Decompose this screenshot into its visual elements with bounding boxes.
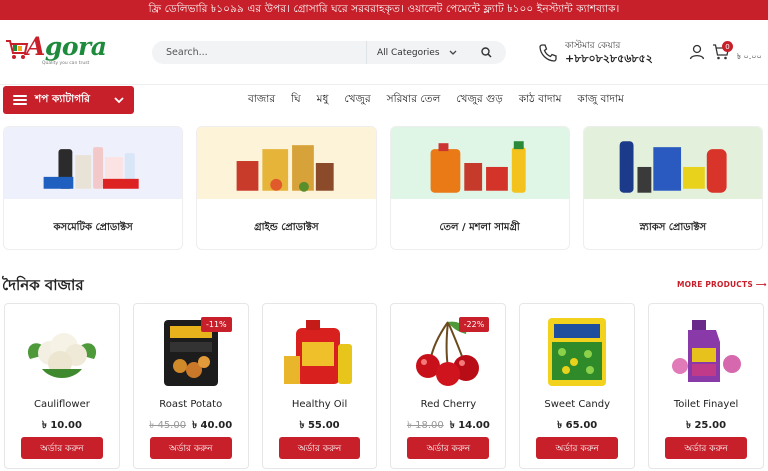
category-label: গ্রাইন্ড প্রোডাক্টস [254,222,319,233]
announcement-bar: ফ্রি ডেলিভারি ৳১০৯৯ এর উপর। গ্রোসারি ঘরে… [0,0,768,20]
search-bar: All Categories [152,41,506,64]
product-name: Sweet Candy [544,399,611,410]
product-name: Roast Potato [159,399,223,410]
product-name: Toilet Finayel [673,399,739,410]
main-nav: শপ ক্যাটাগরি বাজার ঘি মধু খেজুর সরিষার ত… [0,84,768,114]
order-button[interactable]: অর্ডার করুন [536,437,619,459]
product-card[interactable]: -11% Roast Potato ৳ 45.00 ৳ 40.00 অর্ডার … [132,303,249,469]
nav-link[interactable]: বাজার [248,92,275,109]
product-card[interactable]: Sweet Candy ৳ 65.00 অর্ডার করুন [519,303,636,469]
category-card-oil-spices[interactable]: তেল / মশলা সামগ্রী [389,126,570,250]
category-image [197,127,376,199]
header: Agora Quality you can trust All Categori… [0,20,768,84]
product-price: ৳ 45.00 ৳ 40.00 [134,418,248,435]
search-input[interactable] [152,41,366,64]
shop-category-button[interactable]: শপ ক্যাটাগরি [3,86,134,114]
product-name: Red Cherry [420,399,477,410]
product-name: Cauliflower [33,399,90,410]
customer-care-phone: +৮৮০৮২৮৫৬৮৫২ [565,52,653,65]
product-name: Healthy Oil [291,399,348,410]
nav-link[interactable]: ঘি [291,92,301,109]
category-cards: কসমেটিক প্রোডাক্টস গ্রাইন্ড প্রোডাক্টস ত… [3,126,763,250]
order-button[interactable]: অর্ডার করুন [278,437,361,459]
order-button[interactable]: অর্ডার করুন [149,437,232,459]
product-image [649,312,763,392]
chevron-down-icon [114,96,124,103]
product-new-price: ৳ 40.00 [192,420,233,431]
product-card[interactable]: Healthy Oil ৳ 55.00 অর্ডার করুন [261,303,378,469]
order-button[interactable]: অর্ডার করুন [665,437,747,459]
section-title: দৈনিক বাজার [2,276,84,294]
announcement-text: ফ্রি ডেলিভারি ৳১০৯৯ এর উপর। গ্রোসারি ঘরে… [148,2,620,15]
shop-category-label: শপ ক্যাটাগরি [35,92,90,105]
nav-link[interactable]: কাজু বাদাম [577,92,623,109]
search-button[interactable] [467,41,506,64]
product-card[interactable]: -22% Red Cherry ৳ 18.00 ৳ 14.00 অর্ডার কর… [390,303,507,469]
nav-link[interactable]: খেজুর গুড় [456,92,502,109]
user-icon[interactable] [689,44,705,60]
product-image [520,312,634,392]
logo-tagline: Quality you can trust [42,61,90,66]
product-price: ৳ 18.00 ৳ 14.00 [391,418,505,435]
category-card-cosmetics[interactable]: কসমেটিক প্রোডাক্টস [3,126,184,250]
product-price: ৳ 10.00 [41,420,82,431]
nav-link[interactable]: কাঠ বাদাম [519,92,562,109]
product-new-price: ৳ 14.00 [449,420,490,431]
category-label: তেল / মশলা সামগ্রী [439,222,520,233]
product-image [263,312,377,392]
product-grid: Cauliflower ৳ 10.00 অর্ডার করুন -11% Roa… [4,303,764,469]
discount-badge: -22% [458,317,490,332]
nav-link[interactable]: মধু [317,92,329,109]
category-label: স্ন্যাকস প্রোডাক্টস [639,222,707,233]
category-label: কসমেটিক প্রোডাক্টস [53,222,133,233]
search-icon [481,47,492,58]
category-select-label: All Categories [377,47,440,58]
discount-badge: -11% [200,317,232,332]
product-image [5,312,119,392]
category-card-snacks[interactable]: স্ন্যাকস প্রোডাক্টস [582,126,763,250]
product-old-price: ৳ 45.00 [149,420,187,431]
category-image [390,127,569,199]
phone-icon [539,44,557,62]
logo-text: Agora [26,32,107,61]
nav-link[interactable]: সরিষার তেল [387,92,441,109]
menu-icon [13,95,27,105]
product-card[interactable]: Toilet Finayel ৳ 25.00 অর্ডার করুন [648,303,764,469]
category-image [583,127,762,199]
more-products-link[interactable]: MORE PRODUCTS ⟶ [677,280,767,289]
chevron-down-icon [449,50,457,55]
logo[interactable]: Agora Quality you can trust [4,32,122,70]
customer-care[interactable]: কাস্টমার কেয়ার +৮৮০৮২৮৫৬৮৫২ [538,38,668,66]
nav-links: বাজার ঘি মধু খেজুর সরিষার তেল খেজুর গুড়… [248,92,640,109]
nav-link[interactable]: খেজুর [344,92,370,109]
category-select[interactable]: All Categories [367,48,467,58]
product-price: ৳ 25.00 [686,420,727,431]
order-button[interactable]: অর্ডার করুন [21,437,103,459]
cart-total[interactable]: ৳ ০.০০ [737,51,762,64]
order-button[interactable]: অর্ডার করুন [407,437,490,459]
product-price: ৳ 55.00 [299,420,340,431]
category-card-grind[interactable]: গ্রাইন্ড প্রোডাক্টস [196,126,377,250]
product-old-price: ৳ 18.00 [406,420,444,431]
category-image [4,127,183,199]
product-price: ৳ 65.00 [557,420,598,431]
product-card[interactable]: Cauliflower ৳ 10.00 অর্ডার করুন [4,303,120,469]
cart-count-badge: 0 [722,41,733,52]
